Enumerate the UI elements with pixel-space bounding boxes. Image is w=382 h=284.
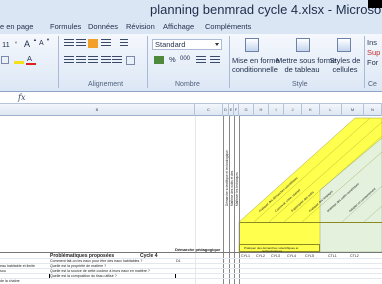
gridline <box>0 268 382 269</box>
ribbon-tabs: e en page Formules Données Révision Affi… <box>0 20 382 34</box>
align-right-icon[interactable] <box>88 56 98 65</box>
group-separator <box>147 36 148 88</box>
excel-window: planning benmrad cycle 4.xlsx - Microsof… <box>0 0 382 284</box>
shrink-font-button[interactable]: A <box>39 40 44 47</box>
orientation-icon[interactable] <box>101 39 111 48</box>
tab-complements[interactable]: Compléments <box>205 22 251 31</box>
format-as-table-icon[interactable] <box>296 38 310 52</box>
align-middle-icon[interactable] <box>76 39 86 48</box>
column-header[interactable]: N <box>364 104 382 116</box>
tab-formules[interactable]: Formules <box>50 22 81 31</box>
conditional-format-label-1[interactable]: Mise en forme <box>232 56 280 65</box>
group-label-style: Style <box>292 81 308 88</box>
decrease-decimal-icon[interactable] <box>210 56 220 65</box>
cell-styles-label-1[interactable]: Styles de <box>328 56 362 65</box>
font-color-button[interactable]: A <box>27 54 32 63</box>
increase-decimal-icon[interactable] <box>196 56 206 65</box>
formula-bar[interactable]: fx <box>0 92 382 104</box>
fill-color-icon[interactable] <box>14 61 24 64</box>
align-bottom-icon[interactable] <box>88 39 98 48</box>
column-header[interactable]: K <box>302 104 320 116</box>
merge-center-icon[interactable] <box>126 56 135 65</box>
tab-revision[interactable]: Révision <box>126 22 155 31</box>
yellow-header-cell: Pratiquer des démarches scientifiques et… <box>239 244 320 253</box>
percent-button[interactable]: % <box>169 55 176 64</box>
decrease-indent-icon[interactable] <box>101 56 111 65</box>
font-size-dropdown-icon[interactable]: ▼ <box>14 40 18 45</box>
grow-font-icon: ▲ <box>33 37 37 42</box>
increase-indent-icon[interactable] <box>112 56 122 65</box>
column-header[interactable]: H <box>254 104 269 116</box>
chevron-down-icon <box>215 43 219 46</box>
column-headers: B C D E F G H I J K L M N <box>0 104 382 116</box>
group-label-alignment: Alignement <box>88 81 124 88</box>
format-as-table-label-2[interactable]: de tableau <box>276 65 328 74</box>
column-header[interactable]: I <box>269 104 284 116</box>
group-separator <box>229 36 230 88</box>
align-center-icon[interactable] <box>76 56 86 65</box>
grow-font-button[interactable]: A <box>24 39 30 49</box>
gridline <box>0 263 382 264</box>
font-color-swatch <box>26 63 36 65</box>
fx-icon[interactable]: fx <box>18 93 25 102</box>
column-header[interactable]: C <box>195 104 223 116</box>
number-format-dropdown[interactable]: Standard <box>152 39 222 50</box>
cell-styles-icon[interactable] <box>337 38 351 52</box>
currency-icon[interactable] <box>154 56 164 64</box>
tab-mise-en-page[interactable]: e en page <box>0 22 33 31</box>
column-header[interactable]: G <box>239 104 254 116</box>
cell-styles-label-2[interactable]: cellules <box>328 65 362 74</box>
wrap-text-icon[interactable] <box>120 39 128 48</box>
conditional-format-icon[interactable] <box>245 38 259 52</box>
number-format-value: Standard <box>155 40 186 49</box>
conditional-format-label-2[interactable]: conditionnelle <box>232 65 278 74</box>
shrink-font-icon: ▼ <box>46 37 50 42</box>
window-title: planning benmrad cycle 4.xlsx - Microsof… <box>150 2 382 17</box>
borders-icon[interactable] <box>1 56 9 64</box>
align-top-icon[interactable] <box>64 39 74 48</box>
column-header[interactable]: L <box>320 104 342 116</box>
format-button[interactable]: For <box>367 58 378 67</box>
tab-affichage[interactable]: Affichage <box>163 22 194 31</box>
tab-donnees[interactable]: Données <box>88 22 118 31</box>
gridline <box>0 273 382 274</box>
gridline <box>0 278 382 279</box>
insert-button[interactable]: Ins <box>367 38 377 47</box>
thousands-button[interactable]: 000 <box>180 56 190 62</box>
group-separator <box>58 36 59 88</box>
ribbon: 11 ▼ A ▲ A ▼ A Alignement Standard % 000 <box>0 34 382 92</box>
group-label-number: Nombre <box>175 81 200 88</box>
window-control[interactable] <box>368 0 382 8</box>
gridline <box>0 258 382 259</box>
format-as-table-label-1[interactable]: Mettre sous forme <box>276 56 336 65</box>
column-header[interactable]: B <box>0 104 195 116</box>
column-header[interactable]: M <box>342 104 364 116</box>
column-header[interactable]: J <box>284 104 302 116</box>
title-bar: planning benmrad cycle 4.xlsx - Microsof… <box>0 0 382 20</box>
group-label-cells: Ce <box>368 81 377 88</box>
group-separator <box>364 36 365 88</box>
left-label: de la chaîne <box>0 279 20 283</box>
delete-button[interactable]: Sup <box>367 48 380 57</box>
align-left-icon[interactable] <box>64 56 74 65</box>
worksheet[interactable]: Pratiquer des démarches scientifiques Co… <box>0 116 382 284</box>
font-size-value[interactable]: 11 <box>2 40 10 49</box>
